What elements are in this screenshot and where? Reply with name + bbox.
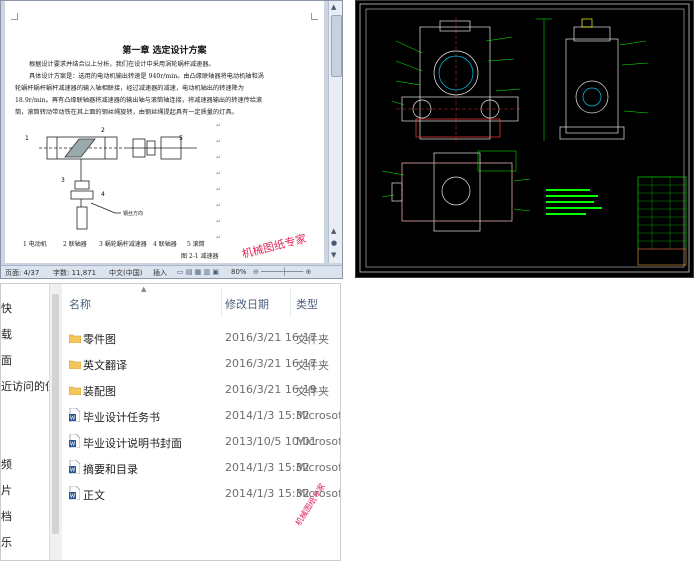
navigation-pane: 快 载 面 近访问的位置 频 片 档 乐 [1,284,52,560]
view-buttons[interactable]: ▭ ▤ ▦ ▥ ▣ [177,268,219,276]
rope-direction-label: 钢丝方向 [123,211,144,217]
document-scrollbar[interactable]: ▲ ▲ ● ▼ [328,1,342,263]
file-name: 正文 [83,489,105,502]
paragraph-line: 具体设计方案是：选用的电动机输出转速是 940r/min。由凸缘联轴器将电动机轴… [29,73,264,80]
cad-assembly-drawing[interactable] [356,1,693,277]
legend-item: 3 蜗轮蜗杆减速器 [99,241,147,248]
nav-item[interactable]: 快 [1,300,12,316]
legend-item: 4 联轴器 [153,241,177,248]
scroll-up-icon[interactable]: ▲ [331,3,336,11]
file-row[interactable]: 装配图 2016/3/21 16:19 文件夹 [63,379,340,403]
column-divider[interactable] [290,288,291,316]
diagram-label-3: 3 [61,177,65,184]
svg-text:↵: ↵ [216,202,221,209]
language-indicator[interactable]: 中文(中国) [109,268,142,278]
page-indicator[interactable]: 页面: 4/37 [5,268,39,278]
file-name: 毕业设计说明书封面 [83,437,182,450]
file-type: Microsoft W [296,461,340,474]
file-name: 零件图 [83,333,116,346]
file-name: 英文翻译 [83,359,127,372]
browse-object-icon[interactable]: ● [331,239,337,247]
legend-item: 2 联轴器 [63,241,87,248]
file-row[interactable]: 正文 2014/1/3 15:32 Microsoft W [63,483,340,507]
svg-text:↵: ↵ [216,154,221,161]
nav-item[interactable]: 频 [1,456,12,472]
legend-item: 1 电动机 [23,241,47,248]
diagram-label-4: 4 [101,191,105,198]
next-page-icon[interactable]: ▼ [331,251,336,259]
word-doc-icon [69,408,80,422]
folder-icon [69,386,81,395]
diagram-label-5: 5 [179,135,183,142]
chapter-title: 第一章 选定设计方案 [122,46,207,56]
nav-item[interactable]: 片 [1,482,12,498]
diagram-label-1: 1 [25,135,29,142]
status-bar: 页面: 4/37 字数: 11,871 中文(中国) 插入 ▭ ▤ ▦ ▥ ▣ … [1,265,342,278]
column-header-type[interactable]: 类型 [296,296,318,312]
document-page[interactable]: 第一章 选定设计方案 根据设计要求并结合以上分析，我们在设计中采用涡轮蜗杆减速器… [5,1,324,263]
column-header-date[interactable]: 修改日期 [225,296,269,312]
zoom-level[interactable]: 80% [231,268,247,276]
word-doc-icon [69,460,80,474]
diagram-label-2: 2 [101,127,105,134]
file-row[interactable]: 毕业设计任务书 2014/1/3 15:32 Microsoft W [63,405,340,429]
word-doc-icon [69,434,80,448]
file-row[interactable]: 零件图 2016/3/21 16:17 文件夹 [63,327,340,351]
paragraph-marks: ↵ ↵ ↵ ↵ ↵ ↵ ↵ ↵ [216,122,221,241]
nav-item-recent-places[interactable]: 近访问的位置 [1,378,51,394]
paragraph-line: 根据设计要求并结合以上分析，我们在设计中采用涡轮蜗杆减速器。 [29,61,215,68]
file-name: 摘要和目录 [83,463,138,476]
watermark-text: 机械图纸专家 [240,232,308,261]
scrollbar-thumb[interactable] [331,15,342,77]
file-name: 毕业设计任务书 [83,411,160,424]
file-row[interactable]: 英文翻译 2016/3/21 16:17 文件夹 [63,353,340,377]
paragraph-line: 筒，滚筒转动带动铁在其上面的钢丝绳旋转，由钢丝绳提起具有一定质量的灯具。 [15,109,238,116]
folder-icon [69,334,81,343]
svg-text:↵: ↵ [216,234,221,241]
nav-item[interactable]: 面 [1,352,12,368]
word-document-window: 第一章 选定设计方案 根据设计要求并结合以上分析，我们在设计中采用涡轮蜗杆减速器… [0,0,343,279]
file-type: 文件夹 [296,385,329,398]
zoom-slider[interactable]: ⊖ ─────┼──── ⊕ [253,268,311,276]
svg-text:↵: ↵ [216,170,221,177]
column-divider[interactable] [221,288,222,316]
file-row[interactable]: 毕业设计说明书封面 2013/10/5 10:01 Microsoft W [63,431,340,455]
file-type: 文件夹 [296,359,329,372]
scrollbar-thumb[interactable] [52,294,59,534]
navigation-scrollbar[interactable] [49,284,62,560]
file-type: Microsoft W [296,435,340,448]
page-corner-mark [311,13,318,20]
file-type: 文件夹 [296,333,329,346]
figure-caption: 图 2-1 减速器 [181,253,219,260]
word-doc-icon [69,486,80,500]
paragraph-line: 18.9r/min。再有凸缘联轴器将减速器的输出轴与滚筒轴连接，将减速器输出的转… [15,97,263,104]
sort-arrow-icon: ▲ [141,285,147,293]
svg-text:↵: ↵ [216,186,221,193]
nav-item[interactable]: 载 [1,326,12,342]
svg-text:↵: ↵ [216,218,221,225]
svg-text:↵: ↵ [216,122,221,129]
insert-mode[interactable]: 插入 [153,268,167,278]
paragraph-line: 轮蜗杆蜗杆蜗杆减速器的输入轴相联接，经过减速器的减速，电动机轴出的转速降为 [15,85,244,92]
cad-drawing-window [355,0,694,278]
nav-item[interactable]: 档 [1,508,12,524]
legend-item: 5 滚筒 [187,241,205,248]
page-corner-mark [11,13,18,20]
column-header-name[interactable]: 名称 [69,296,91,312]
word-count[interactable]: 字数: 11,871 [53,268,96,278]
file-type: Microsoft W [296,409,340,422]
svg-text:↵: ↵ [216,138,221,145]
file-explorer-window: 快 载 面 近访问的位置 频 片 档 乐 名称 修改日期 类型 ▲ 零件图 20… [0,283,341,561]
nav-item[interactable]: 乐 [1,534,12,550]
folder-icon [69,360,81,369]
file-row[interactable]: 摘要和目录 2014/1/3 15:32 Microsoft W [63,457,340,481]
file-name: 装配图 [83,385,116,398]
prev-page-icon[interactable]: ▲ [331,227,336,235]
